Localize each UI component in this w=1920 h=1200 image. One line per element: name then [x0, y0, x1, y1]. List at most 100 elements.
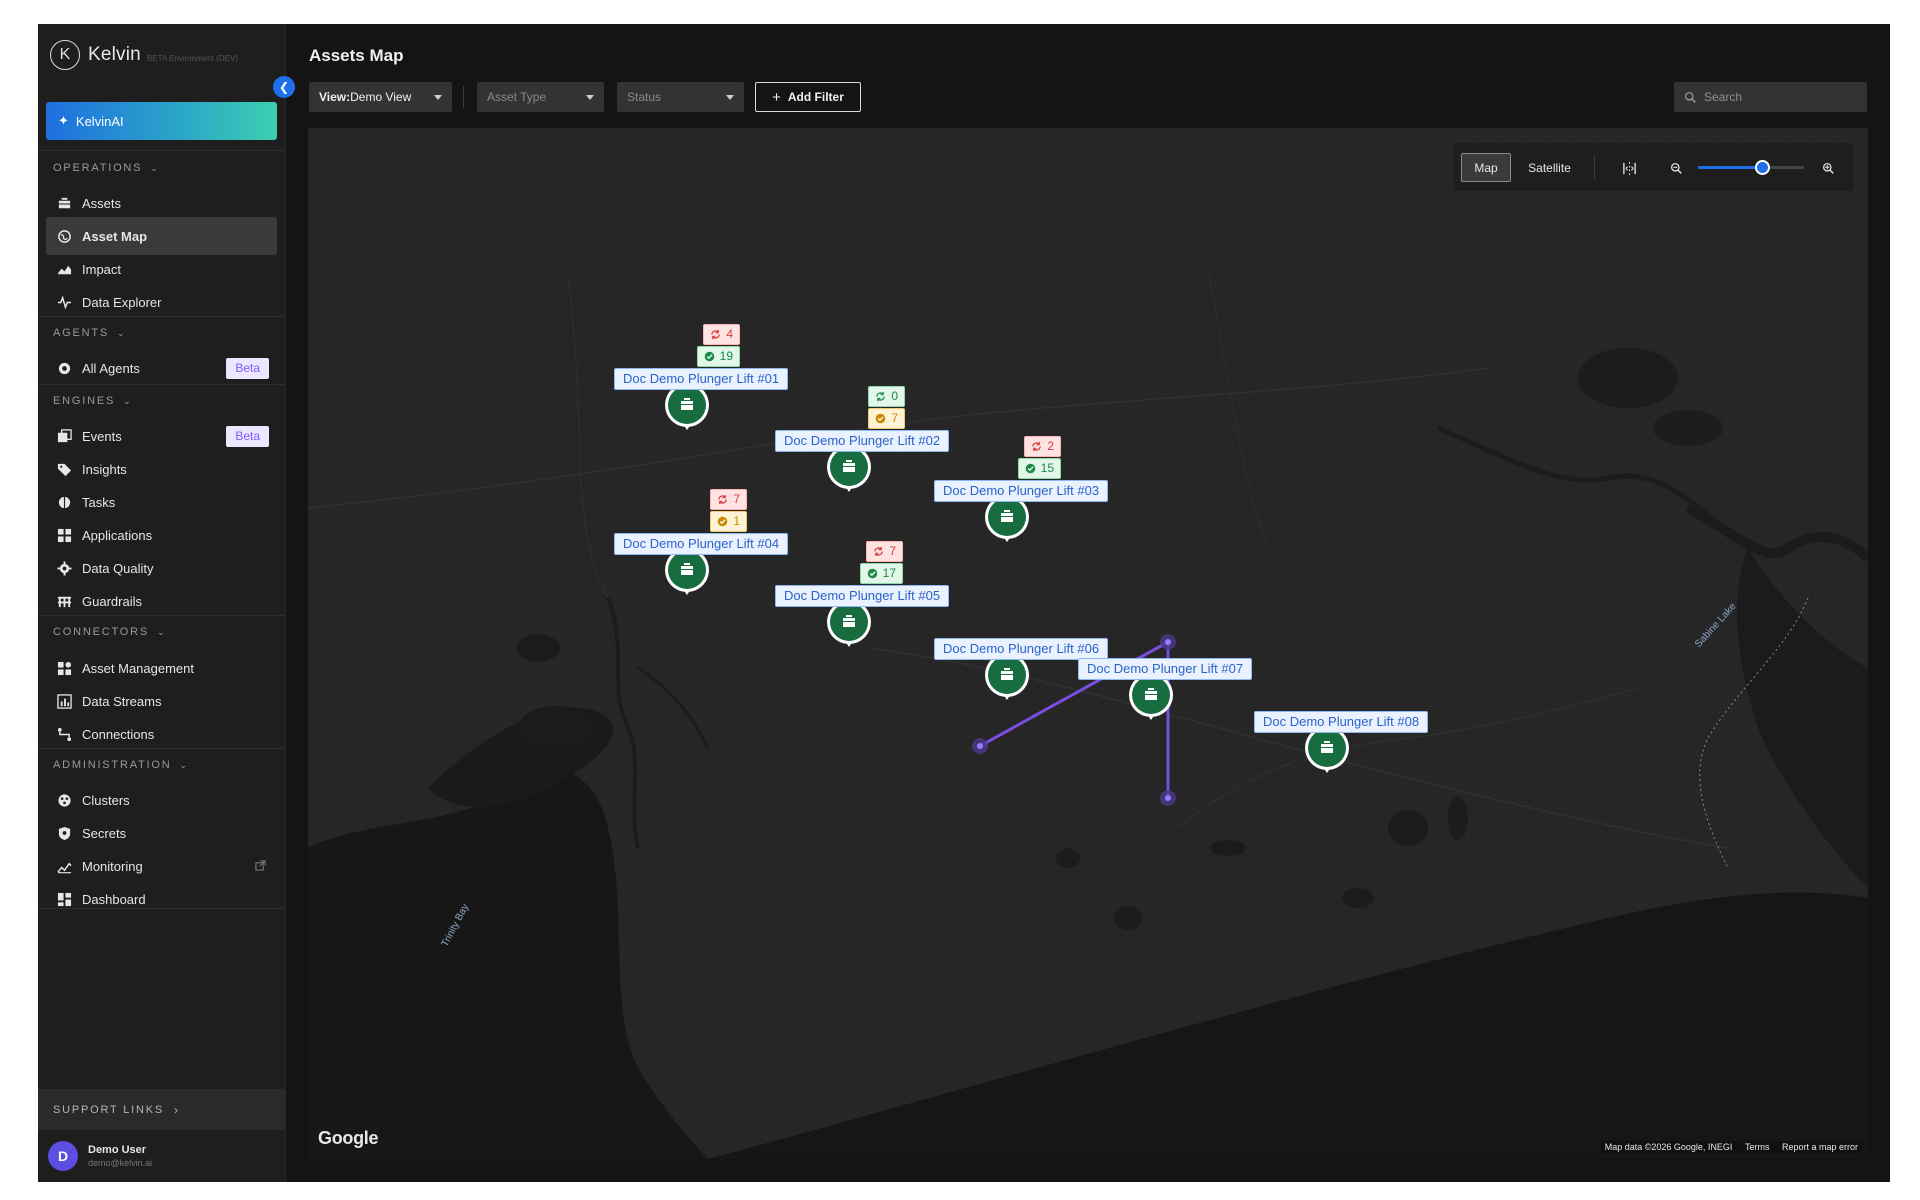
beta-badge: Beta [226, 358, 269, 379]
recommendation-icon [1031, 441, 1047, 452]
google-logo: Google [318, 1128, 379, 1148]
monitoring-icon [56, 858, 72, 874]
status-filter[interactable]: Status [617, 82, 744, 112]
dashboard-icon [56, 891, 72, 907]
caret-down-icon [586, 94, 594, 100]
status-chip-red[interactable]: 2 [1024, 436, 1061, 457]
chevron-down-icon: ⌄ [157, 626, 167, 637]
asset-marker[interactable] [827, 445, 871, 497]
asset-type-filter[interactable]: Asset Type [477, 82, 604, 112]
support-links-label: SUPPORT LINKS [53, 1103, 165, 1116]
asset-marker[interactable] [985, 653, 1029, 705]
status-chip-red[interactable]: 7 [866, 541, 903, 562]
sidebar-item-data-explorer[interactable]: Data Explorer [46, 283, 277, 321]
fit-bounds-icon[interactable] [1619, 158, 1639, 178]
asset-marker[interactable] [665, 548, 709, 600]
status-chip-green[interactable]: 19 [696, 346, 740, 367]
user-profile[interactable]: D Demo User demo@kelvin.ai [48, 1141, 152, 1171]
assets-icon [56, 195, 72, 211]
asset-label[interactable]: Doc Demo Plunger Lift #07 [1078, 658, 1253, 680]
brand-logo[interactable]: K Kelvin BETA Environment (DEV) [50, 38, 238, 72]
external-link-icon [255, 859, 267, 871]
asset-icon [843, 460, 855, 472]
recommendation-icon [873, 546, 889, 557]
zoom-in-icon[interactable] [1818, 158, 1838, 178]
status-chip-yellow[interactable]: 7 [868, 408, 905, 429]
environment-label: BETA Environment (DEV) [146, 53, 238, 63]
collapse-sidebar-button[interactable]: ❮ [273, 76, 295, 98]
asset-marker[interactable] [665, 383, 709, 435]
map-attribution: Map data ©2026 Google, INEGI Terms Repor… [1600, 1141, 1862, 1153]
chip-count: 15 [1040, 461, 1054, 475]
shield-icon [56, 825, 72, 841]
asset-map[interactable]: Sabine Lake Trinity Bay Doc Demo Plunger… [308, 128, 1868, 1159]
asset-label[interactable]: Doc Demo Plunger Lift #03 [934, 480, 1109, 502]
asset-type-placeholder: Asset Type [487, 90, 547, 104]
zoom-out-icon[interactable] [1666, 158, 1686, 178]
asset-marker[interactable] [1305, 726, 1349, 778]
chevron-left-icon: ❮ [278, 80, 290, 94]
zoom-slider-fill [1698, 166, 1762, 169]
sidebar-section-operations[interactable]: OPERATIONS ⌄ [53, 162, 160, 174]
status-chip-green[interactable]: 17 [859, 563, 903, 584]
satellite-mode-button[interactable]: Satellite [1512, 153, 1587, 182]
view-dropdown[interactable]: View:Demo View [309, 82, 452, 112]
sidebar-item-dashboard[interactable]: Dashboard [46, 880, 277, 918]
sidebar-item-label: Dashboard [82, 891, 146, 907]
asset-marker[interactable] [985, 495, 1029, 547]
toolbar-divider [463, 86, 464, 108]
sidebar-item-all-agents[interactable]: All Agents Beta [46, 349, 277, 387]
asset-label[interactable]: Doc Demo Plunger Lift #04 [614, 533, 789, 555]
status-chip-yellow[interactable]: 1 [710, 511, 747, 532]
status-chip-green[interactable]: 0 [868, 386, 905, 407]
connections-icon [56, 726, 72, 742]
map-mode-button[interactable]: Map [1461, 153, 1511, 182]
asset-label[interactable]: Doc Demo Plunger Lift #06 [934, 638, 1109, 660]
pulse-icon [56, 294, 72, 310]
sidebar-section-agents[interactable]: AGENTS ⌄ [53, 327, 126, 339]
sidebar-item-label: Assets [82, 195, 122, 211]
sidebar-item-guardrails[interactable]: Guardrails [46, 582, 277, 620]
support-links-toggle[interactable]: SUPPORT LINKS › [38, 1089, 285, 1130]
check-icon [717, 516, 733, 527]
status-chip-red[interactable]: 7 [710, 489, 747, 510]
add-filter-label: Add Filter [787, 90, 844, 104]
asset-icon [1001, 510, 1013, 522]
search-input[interactable]: Search [1674, 82, 1867, 112]
asset-marker[interactable] [827, 600, 871, 652]
sparkle-icon: ✦ [58, 113, 69, 128]
asset-label[interactable]: Doc Demo Plunger Lift #01 [614, 368, 789, 390]
logo-mark: K [50, 40, 80, 70]
sidebar-item-label: Connections [82, 726, 155, 742]
asset-label[interactable]: Doc Demo Plunger Lift #02 [775, 430, 950, 452]
chevron-down-icon: ⌄ [179, 759, 189, 770]
asset-icon [1001, 668, 1013, 680]
add-filter-button[interactable]: + Add Filter [755, 82, 861, 112]
chip-count: 0 [891, 389, 898, 403]
report-map-error-link[interactable]: Report a map error [1782, 1142, 1858, 1152]
terms-link[interactable]: Terms [1745, 1142, 1770, 1152]
status-chip-red[interactable]: 4 [703, 324, 740, 345]
sidebar-section-administration[interactable]: ADMINISTRATION ⌄ [53, 759, 189, 771]
view-value: Demo View [350, 90, 412, 104]
sidebar-item-connections[interactable]: Connections [46, 715, 277, 753]
tag-icon [56, 461, 72, 477]
asset-label[interactable]: Doc Demo Plunger Lift #08 [1254, 711, 1429, 733]
sidebar-section-engines[interactable]: ENGINES ⌄ [53, 395, 132, 407]
check-icon [704, 351, 720, 362]
zoom-slider[interactable] [1698, 160, 1804, 175]
apps-icon [56, 527, 72, 543]
section-title: CONNECTORS [53, 626, 150, 638]
app-window: K Kelvin BETA Environment (DEV) ❮ ✦ Kelv… [38, 24, 1890, 1182]
asset-label[interactable]: Doc Demo Plunger Lift #05 [775, 585, 950, 607]
plus-icon: + [772, 88, 781, 106]
sidebar-item-label: Asset Management [82, 660, 195, 676]
zoom-slider-thumb[interactable] [1754, 160, 1770, 175]
asset-marker[interactable] [1129, 673, 1173, 725]
sidebar-section-connectors[interactable]: CONNECTORS ⌄ [53, 626, 166, 638]
kelvin-ai-button[interactable]: ✦ KelvinAI [46, 102, 277, 140]
section-title: ENGINES [53, 395, 116, 407]
status-chip-green[interactable]: 15 [1017, 458, 1061, 479]
recommendation-icon [717, 494, 733, 505]
search-placeholder: Search [1704, 90, 1743, 104]
